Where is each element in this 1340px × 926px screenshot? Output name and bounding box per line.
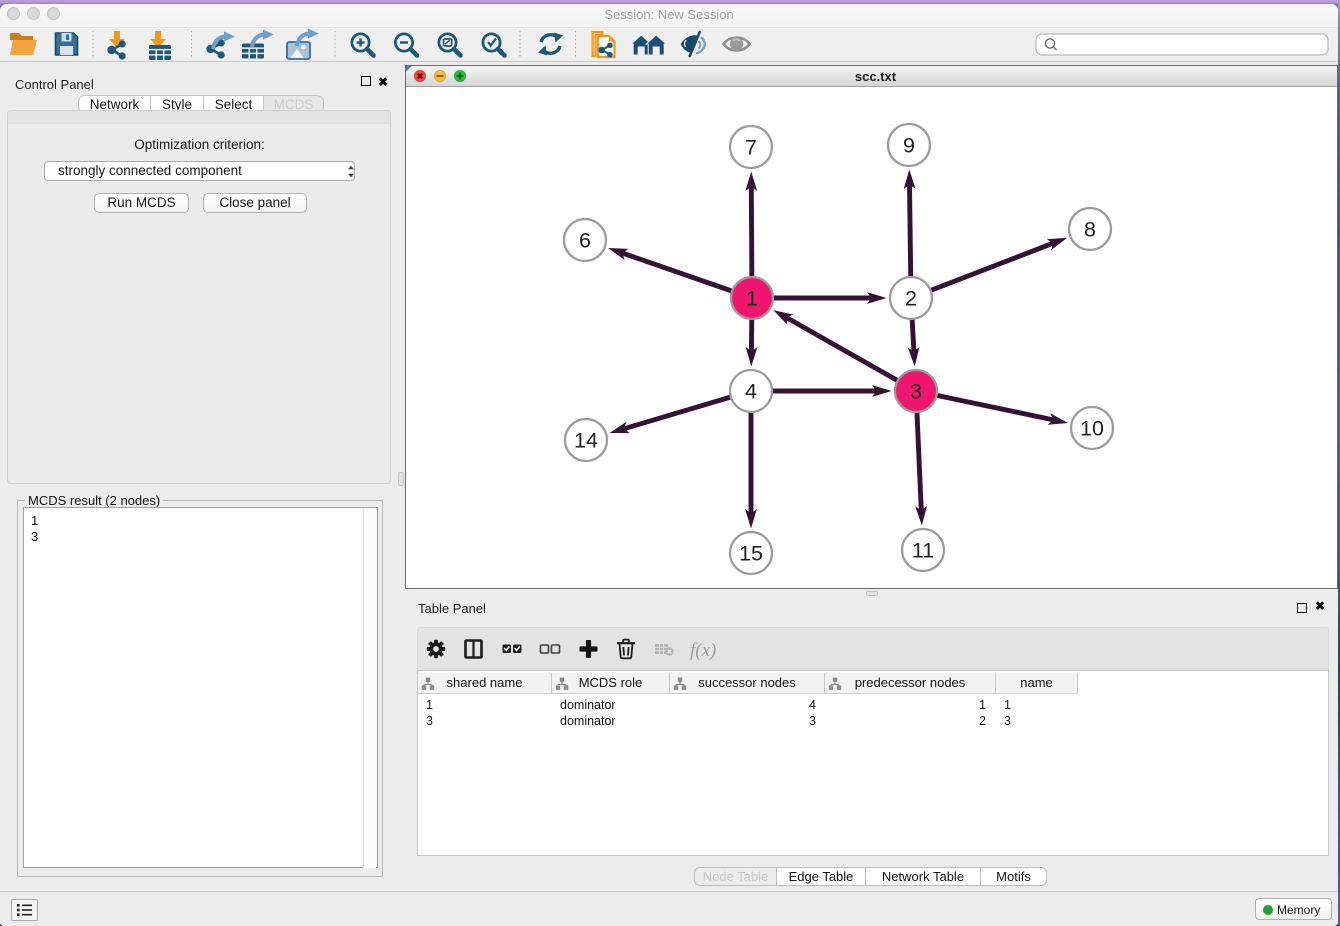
- svg-text:6: 6: [579, 229, 591, 253]
- svg-text:15: 15: [739, 542, 763, 566]
- svg-text:7: 7: [745, 136, 757, 160]
- svg-text:9: 9: [903, 134, 915, 158]
- svg-text:8: 8: [1084, 218, 1096, 242]
- svg-text:4: 4: [745, 380, 757, 404]
- svg-text:11: 11: [912, 539, 934, 563]
- svg-text:14: 14: [574, 429, 598, 453]
- svg-text:1: 1: [746, 287, 758, 311]
- svg-text:2: 2: [905, 287, 917, 311]
- svg-text:3: 3: [910, 380, 922, 404]
- svg-text:f(x): f(x): [690, 640, 716, 661]
- svg-text:10: 10: [1080, 417, 1104, 441]
